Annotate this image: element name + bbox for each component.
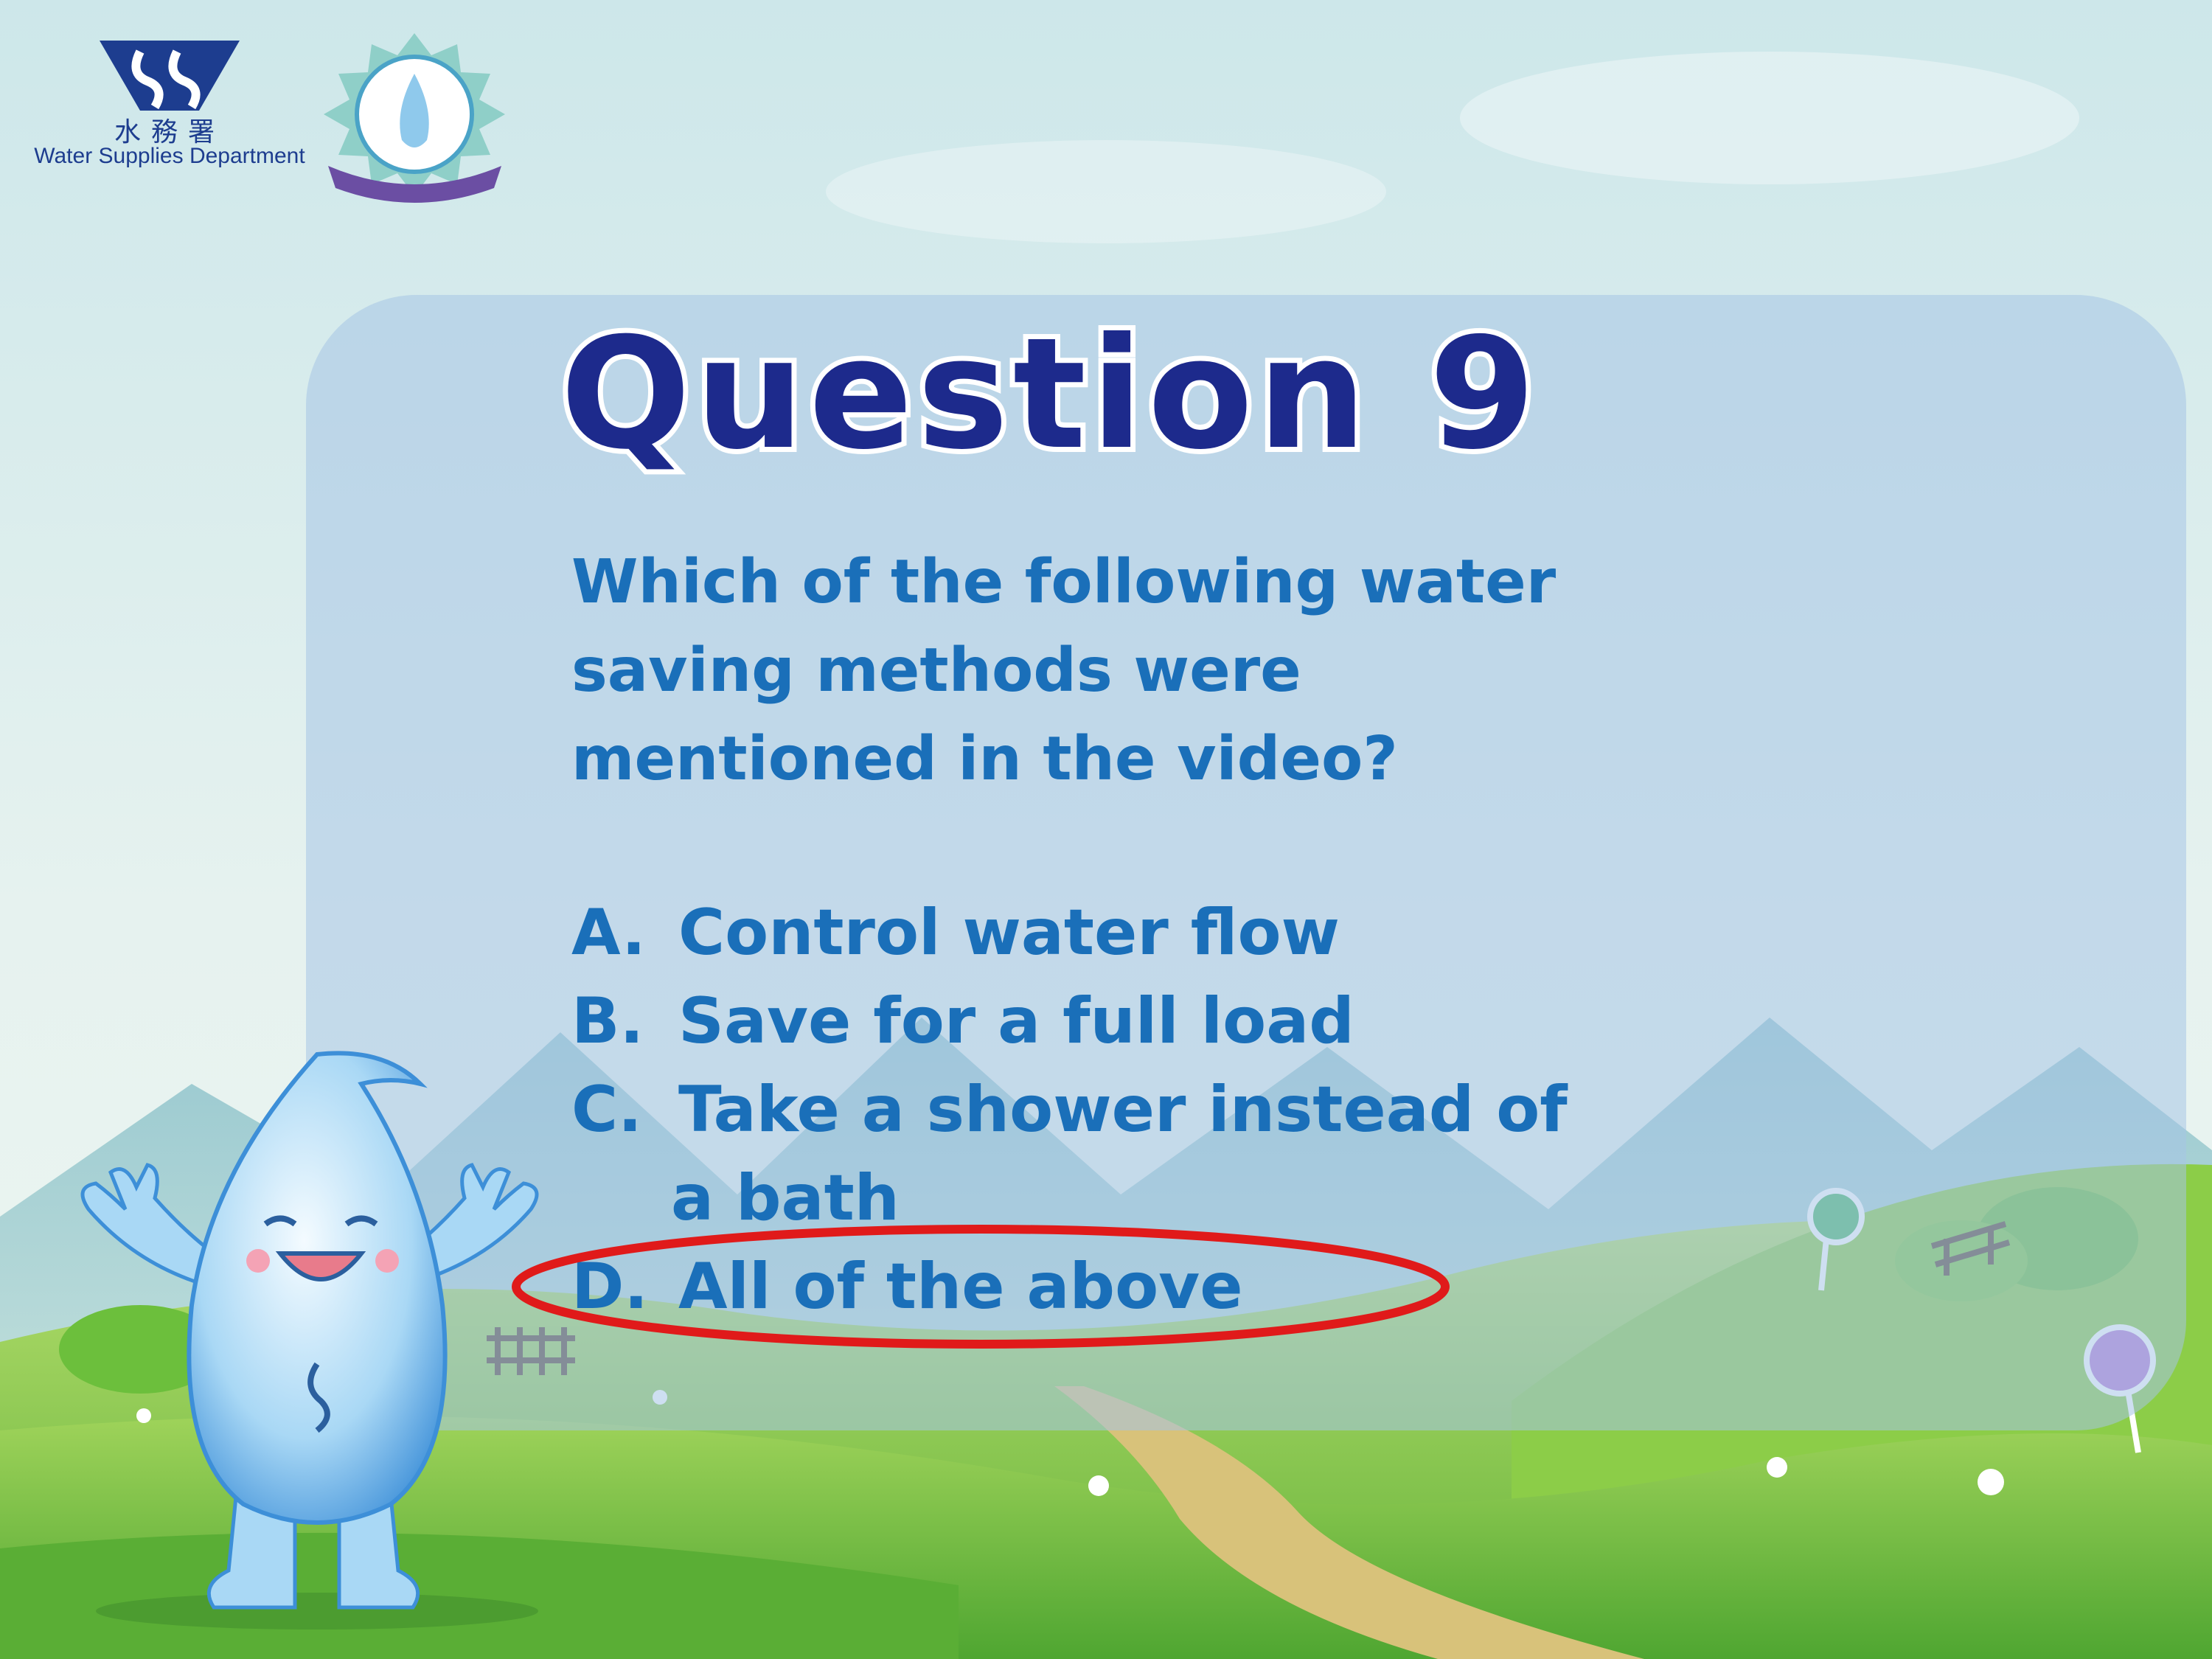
red-ellipse-icon	[512, 1225, 1450, 1349]
water-drop-mascot-icon	[80, 1051, 539, 1630]
water-drop-mascot-badge-icon	[324, 33, 505, 203]
option-c[interactable]: C. Take a shower instead of a bath	[571, 1065, 1899, 1242]
question-text: Which of the following water saving meth…	[571, 538, 1899, 804]
question-line: mentioned in the video?	[571, 724, 1398, 794]
option-b[interactable]: B. Save for a full load	[571, 977, 1899, 1065]
question-line: saving methods were	[571, 636, 1301, 706]
wsd-english-name: Water Supplies Department	[34, 144, 305, 168]
option-letter: A.	[571, 896, 646, 970]
question-title: Question 9	[555, 301, 1541, 488]
option-text: Control water flow	[678, 896, 1340, 970]
option-a[interactable]: A. Control water flow	[571, 888, 1899, 977]
question-line: Which of the following water	[571, 547, 1557, 617]
option-text: Save for a full load	[678, 984, 1354, 1058]
option-text: Take a shower instead of	[678, 1073, 1568, 1147]
